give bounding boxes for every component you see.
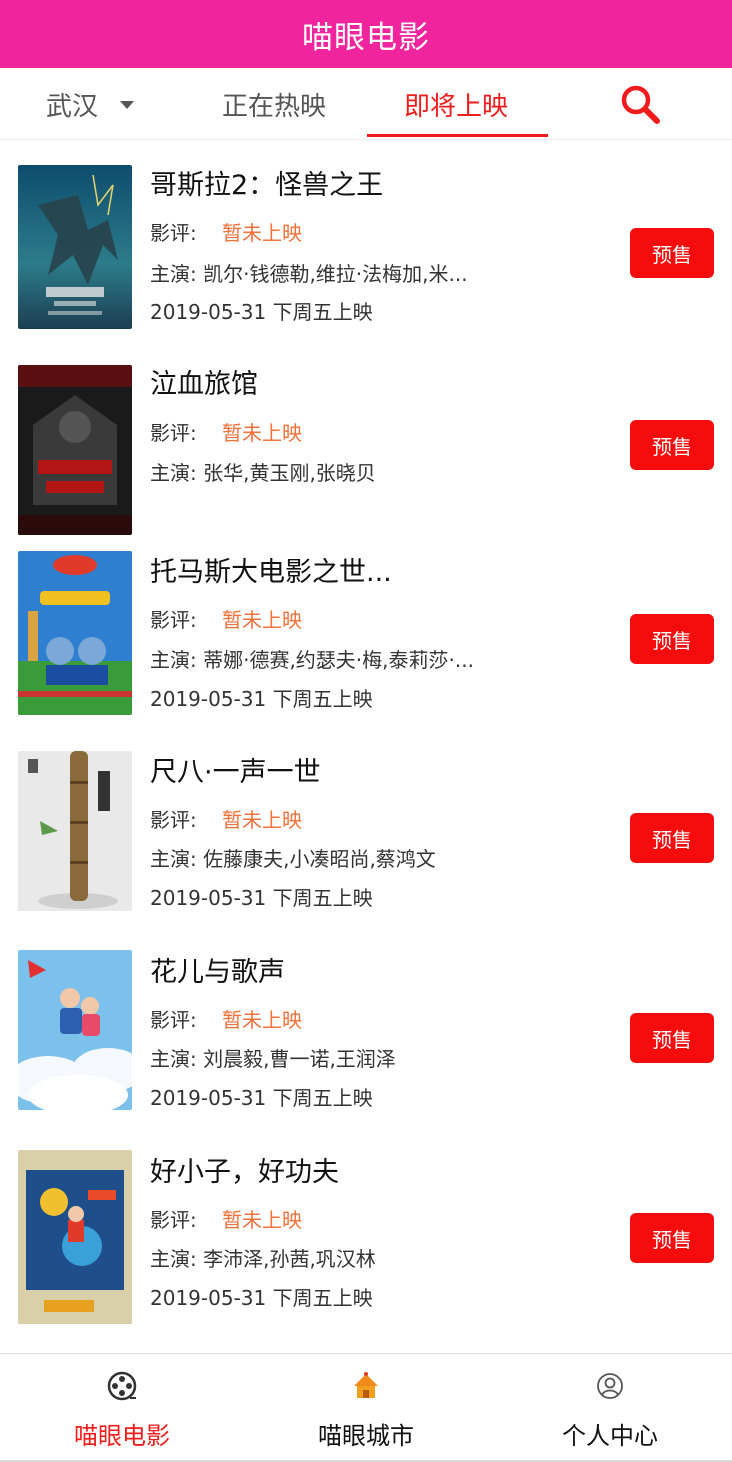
search-button[interactable] [618,82,662,126]
nav-item-city[interactable]: 喵眼城市 [244,1354,488,1459]
movie-cast: 主演: 张华,黄玉刚,张晓贝 [150,461,376,485]
rating-value: 暂未上映 [222,1208,302,1232]
movie-title[interactable]: 哥斯拉2：怪兽之王 [150,163,383,202]
movie-cast: 主演: 蒂娜·德赛,约瑟夫·梅,泰莉莎·... [150,648,474,672]
app-title: 喵眼电影 [302,19,430,56]
movie-item[interactable]: 尺八·一声一世 影评: 暂未上映 主演: 佐藤康夫,小凑昭尚,蔡鸿文 2019-… [0,735,732,935]
tab-now-showing[interactable]: 正在热映 [222,86,326,123]
house-icon [354,1372,378,1398]
release-date: 2019-05-31 下周五上映 [150,300,373,324]
tab-coming-soon[interactable]: 即将上映 [404,86,508,123]
presale-button[interactable]: 预售 [630,1213,714,1263]
top-tabs: 武汉 正在热映 即将上映 [0,68,732,140]
presale-button[interactable]: 预售 [630,614,714,664]
presale-button[interactable]: 预售 [630,420,714,470]
film-reel-icon [107,1371,137,1401]
release-date: 2019-05-31 下周五上映 [150,1286,373,1310]
movie-poster[interactable] [18,551,132,715]
nav-label: 喵眼城市 [318,1422,414,1450]
nav-label: 个人中心 [562,1422,658,1450]
rating-label: 影评: [150,808,197,832]
release-date: 2019-05-31 下周五上映 [150,1086,373,1110]
movie-item[interactable]: 花儿与歌声 影评: 暂未上映 主演: 刘晨毅,曹一诺,王润泽 2019-05-3… [0,935,732,1135]
movie-title[interactable]: 尺八·一声一世 [150,750,321,789]
movie-poster[interactable] [18,365,132,535]
presale-button[interactable]: 预售 [630,813,714,863]
rating-label: 影评: [150,608,197,632]
movie-item[interactable]: 托马斯大电影之世... 影评: 暂未上映 主演: 蒂娜·德赛,约瑟夫·梅,泰莉莎… [0,535,732,735]
rating-value: 暂未上映 [222,808,302,832]
app-header: 喵眼电影 [0,0,732,68]
movie-title[interactable]: 好小子，好功夫 [150,1150,339,1189]
search-icon [621,85,660,124]
movie-item[interactable]: 哥斯拉2：怪兽之王 影评: 暂未上映 主演: 凯尔·钱德勒,维拉·法梅加,米..… [0,141,732,341]
rating-label: 影评: [150,1208,197,1232]
movie-title[interactable]: 花儿与歌声 [150,950,285,989]
rating-value: 暂未上映 [222,1008,302,1032]
rating-value: 暂未上映 [222,221,302,245]
rating-label: 影评: [150,1008,197,1032]
movie-list[interactable]: 哥斯拉2：怪兽之王 影评: 暂未上映 主演: 凯尔·钱德勒,维拉·法梅加,米..… [0,141,732,1352]
caret-down-icon [120,100,135,109]
movie-cast: 主演: 刘晨毅,曹一诺,王润泽 [150,1047,396,1071]
rating-value: 暂未上映 [222,421,302,445]
rating-label: 影评: [150,221,197,245]
nav-label: 喵眼电影 [74,1422,170,1450]
movie-cast: 主演: 凯尔·钱德勒,维拉·法梅加,米... [150,262,468,286]
presale-button[interactable]: 预售 [630,228,714,278]
movie-title[interactable]: 泣血旅馆 [150,362,258,401]
user-icon [597,1373,623,1399]
movie-poster[interactable] [18,165,132,329]
release-date: 2019-05-31 下周五上映 [150,687,373,711]
movie-poster[interactable] [18,1150,132,1324]
rating-label: 影评: [150,421,197,445]
nav-item-profile[interactable]: 个人中心 [488,1354,732,1459]
movie-item[interactable]: 好小子，好功夫 影评: 暂未上映 主演: 李沛泽,孙茜,巩汉林 2019-05-… [0,1135,732,1335]
city-label: 武汉 [46,92,99,122]
nav-item-movies[interactable]: 喵眼电影 [0,1354,244,1459]
city-selector[interactable]: 武汉 [46,86,135,123]
movie-cast: 主演: 李沛泽,孙茜,巩汉林 [150,1247,376,1271]
movie-poster[interactable] [18,751,132,911]
active-tab-indicator [367,134,548,137]
presale-button[interactable]: 预售 [630,1013,714,1063]
rating-value: 暂未上映 [222,608,302,632]
movie-title[interactable]: 托马斯大电影之世... [150,550,392,589]
movie-item[interactable]: 泣血旅馆 影评: 暂未上映 主演: 张华,黄玉刚,张晓贝 预售 [0,341,732,535]
release-date: 2019-05-31 下周五上映 [150,886,373,910]
movie-cast: 主演: 佐藤康夫,小凑昭尚,蔡鸿文 [150,847,436,871]
movie-poster[interactable] [18,950,132,1110]
bottom-nav: 喵眼电影 喵眼城市 个人中心 [0,1353,732,1462]
